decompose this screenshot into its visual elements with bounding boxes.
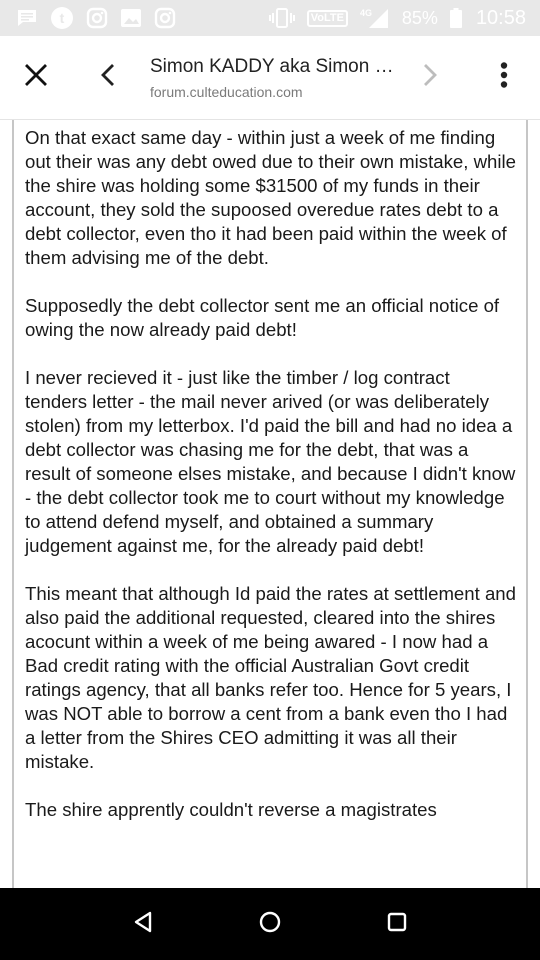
post-paragraph: This meant that although Id paid the rat… <box>25 583 516 772</box>
system-icons: VoLTE 4G 85% 10:58 <box>268 6 526 30</box>
overflow-menu-button[interactable] <box>476 50 532 106</box>
page-title: Simon KADDY aka Simon KADDY <box>150 55 400 77</box>
clock: 10:58 <box>475 6 526 29</box>
back-triangle-icon <box>132 910 154 939</box>
signal-4g-icon: 4G <box>360 7 390 29</box>
svg-text:t: t <box>60 10 65 26</box>
battery-percent: 85% <box>401 7 438 28</box>
nav-recents-button[interactable] <box>367 894 427 954</box>
chevron-right-icon <box>420 63 440 92</box>
close-icon <box>24 63 48 92</box>
page-url[interactable]: forum.culteducation.com <box>150 84 402 100</box>
post-body: On that exact same day - within just a w… <box>14 120 526 822</box>
message-icon <box>16 8 38 28</box>
close-button[interactable] <box>8 50 64 106</box>
forward-button[interactable] <box>402 50 458 106</box>
post-paragraph: I never recieved it - just like the timb… <box>25 367 516 556</box>
forum-post-content[interactable]: On that exact same day - within just a w… <box>12 120 528 888</box>
nav-home-button[interactable] <box>240 894 300 954</box>
chevron-left-icon <box>98 63 118 92</box>
home-circle-icon <box>258 910 282 939</box>
tumblr-icon: t <box>50 6 74 30</box>
status-bar: t VoLTE 4G 85% 10:58 <box>0 0 540 36</box>
post-paragraph: The shire apprently couldn't reverse a m… <box>25 799 437 820</box>
image-icon <box>120 8 142 28</box>
more-vert-icon <box>500 62 508 93</box>
instagram-icon <box>86 7 108 29</box>
post-paragraph: Supposedly the debt collector sent me an… <box>25 295 500 340</box>
volte-badge: VoLTE <box>306 9 348 27</box>
back-button[interactable] <box>80 50 136 106</box>
system-nav-bar <box>0 888 540 960</box>
instagram-icon <box>154 7 176 29</box>
notification-icons: t <box>16 6 176 30</box>
title-block: Simon KADDY aka Simon KADDY forum.culted… <box>150 56 402 100</box>
custom-tab-toolbar: Simon KADDY aka Simon KADDY forum.culted… <box>0 36 540 120</box>
battery-icon <box>449 8 462 28</box>
recents-square-icon <box>386 911 408 938</box>
svg-text:4G: 4G <box>360 8 372 18</box>
vibrate-icon <box>268 8 295 28</box>
post-paragraph: On that exact same day - within just a w… <box>25 127 516 268</box>
nav-back-button[interactable] <box>113 894 173 954</box>
